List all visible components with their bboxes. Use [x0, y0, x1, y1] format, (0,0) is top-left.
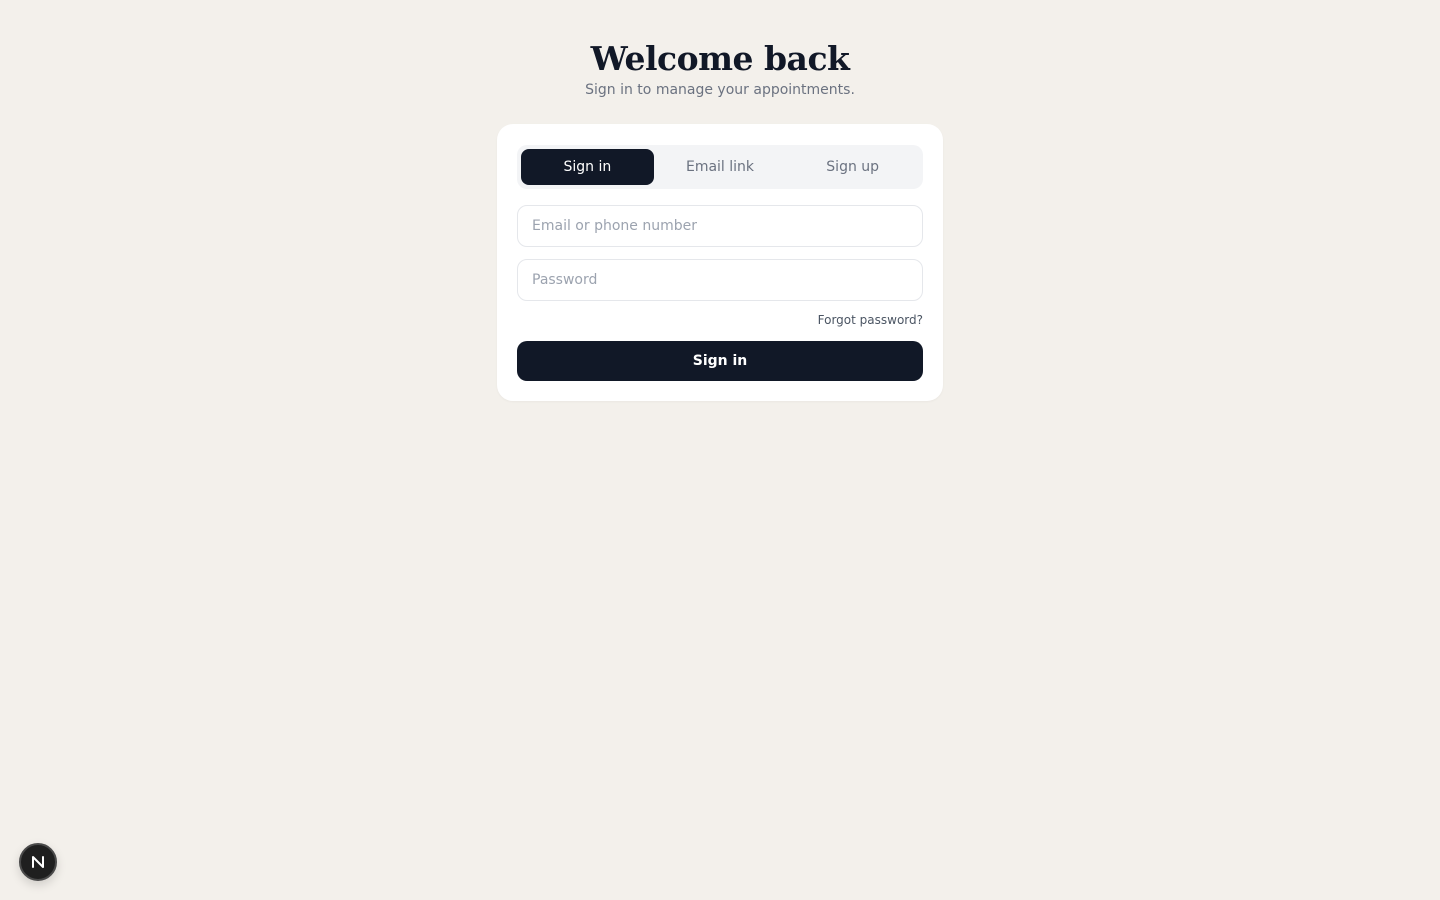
dev-tools-badge[interactable]: [19, 843, 57, 881]
page-subtitle: Sign in to manage your appointments.: [585, 82, 855, 98]
tab-email-link[interactable]: Email link: [654, 149, 787, 185]
tab-sign-in[interactable]: Sign in: [521, 149, 654, 185]
auth-tabs: Sign in Email link Sign up: [517, 145, 923, 189]
login-page: Welcome back Sign in to manage your appo…: [0, 0, 1440, 900]
tab-sign-up[interactable]: Sign up: [786, 149, 919, 185]
forgot-password-link[interactable]: Forgot password?: [818, 313, 923, 327]
page-title: Welcome back: [590, 39, 850, 78]
nextjs-logo-icon: [32, 856, 44, 868]
auth-card: Sign in Email link Sign up Forgot passwo…: [497, 124, 943, 401]
email-field[interactable]: [517, 205, 923, 247]
password-field[interactable]: [517, 259, 923, 301]
sign-in-button[interactable]: Sign in: [517, 341, 923, 381]
